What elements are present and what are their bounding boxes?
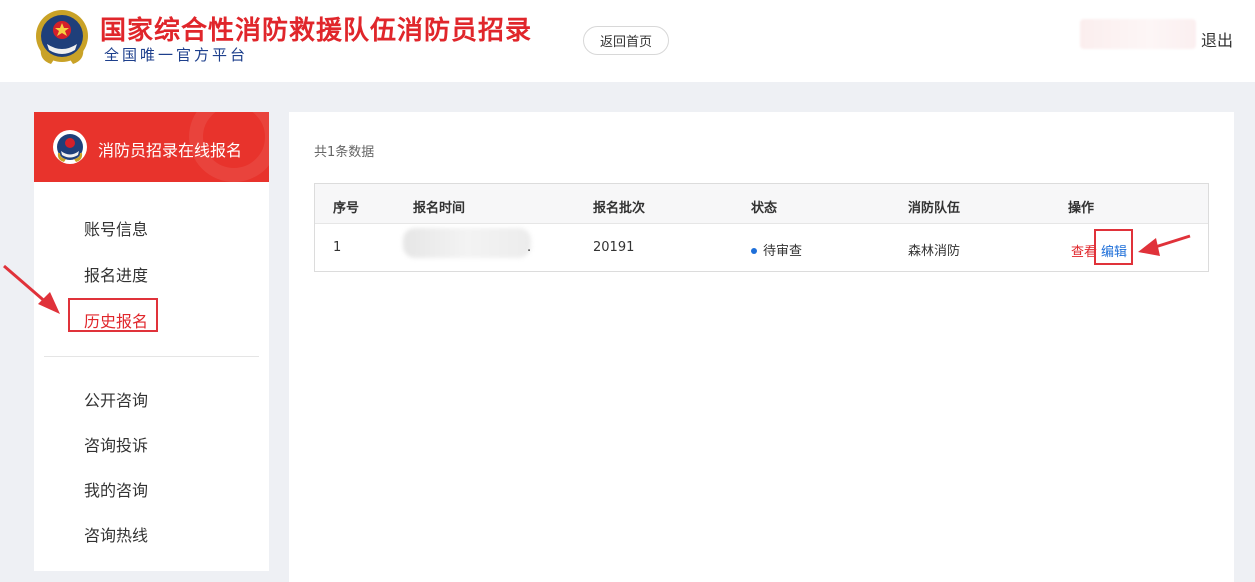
column-header-index: 序号: [333, 201, 360, 216]
row-index: 1: [333, 240, 342, 255]
highlight-box-edit: [1094, 229, 1133, 265]
registration-time-suffix: .: [527, 240, 532, 255]
nav-registration-progress[interactable]: 报名进度: [84, 262, 148, 286]
site-title: 国家综合性消防救援队伍消防员招录: [100, 16, 533, 46]
status-label: 待审查: [763, 244, 803, 259]
column-header-time: 报名时间: [413, 201, 466, 216]
fire-rescue-emblem-icon: [36, 10, 88, 64]
sidebar: 消防员招录在线报名 账号信息 报名进度 历史报名 公开咨询 咨询投诉 我的咨询 …: [34, 112, 269, 571]
row-batch: 20191: [593, 240, 635, 255]
nav-my-consult[interactable]: 我的咨询: [84, 477, 148, 501]
history-table: 序号 报名时间 报名批次 状态 消防队伍 操作 1 . 20191 待审查 森林…: [314, 183, 1209, 272]
logout-link[interactable]: 退出: [1201, 27, 1233, 51]
record-count: 共1条数据: [314, 145, 375, 160]
sidebar-header: 消防员招录在线报名: [34, 112, 269, 182]
sidebar-title: 消防员招录在线报名: [98, 141, 243, 160]
username-redacted: [1080, 19, 1196, 49]
nav-public-consult[interactable]: 公开咨询: [84, 387, 148, 411]
column-header-status: 状态: [751, 201, 778, 216]
site-subtitle: 全国唯一官方平台: [104, 46, 249, 64]
row-status: 待审查: [751, 240, 802, 259]
highlight-box-history: [68, 298, 158, 332]
fire-rescue-badge-icon: [53, 130, 87, 164]
column-header-batch: 报名批次: [593, 201, 646, 216]
nav-consult-hotline[interactable]: 咨询热线: [84, 522, 148, 546]
status-dot-icon: [751, 247, 757, 254]
nav-consult-complaint[interactable]: 咨询投诉: [84, 432, 148, 456]
column-header-actions: 操作: [1068, 201, 1095, 216]
main-panel: 共1条数据 序号 报名时间 报名批次 状态 消防队伍 操作 1 . 20191 …: [289, 112, 1234, 582]
top-header: 国家综合性消防救援队伍消防员招录 全国唯一官方平台 返回首页 退出: [0, 0, 1255, 82]
home-button[interactable]: 返回首页: [583, 26, 669, 55]
row-team: 森林消防: [908, 244, 961, 259]
registration-time-redacted: [403, 228, 531, 258]
nav-account-info[interactable]: 账号信息: [84, 216, 148, 240]
nav-divider: [44, 356, 259, 357]
table-header: 序号 报名时间 报名批次 状态 消防队伍 操作: [315, 184, 1208, 224]
column-header-team: 消防队伍: [908, 201, 961, 216]
